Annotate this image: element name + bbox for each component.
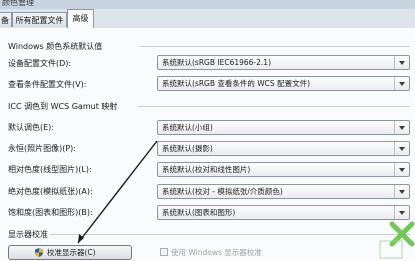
- chevron-down-icon: [394, 163, 409, 176]
- group-divider: [140, 46, 410, 47]
- chevron-down-icon: [394, 121, 409, 134]
- use-windows-calibration-checkbox[interactable]: [160, 248, 168, 256]
- absolute-colorimetric-value: 系统默认(校对 - 模拟纸张/介质颜色): [162, 187, 283, 196]
- saturation-value: 系统默认(图表和图形): [162, 208, 236, 217]
- default-rendering-label: 默认调色(E):: [8, 123, 54, 132]
- tab-strip: 备 所有配置文件 高级: [0, 9, 415, 29]
- chevron-down-icon: [394, 142, 409, 155]
- windows-defaults-title: Windows 颜色系统默认值: [8, 42, 103, 51]
- viewing-conditions-value: 系统默认(sRGB 查看条件的 WCS 配置文件): [162, 79, 310, 88]
- group-divider: [138, 106, 410, 107]
- relative-colorimetric-dropdown[interactable]: 系统默认(校对和线性图片): [157, 162, 410, 177]
- chevron-down-icon: [394, 56, 409, 69]
- uac-shield-icon: [35, 248, 43, 257]
- perceptual-label: 永恒(照片图像)(P):: [8, 144, 77, 153]
- title-bar: 颜色管理: [0, 0, 415, 9]
- chevron-down-icon: [394, 77, 409, 90]
- advanced-panel: Windows 颜色系统默认值 设备配置文件(D): 系统默认(sRGB IEC…: [0, 28, 415, 261]
- saturation-label: 饱和度(图表和图形)(B):: [8, 208, 93, 217]
- calibrate-display-label: 校准显示器(C): [47, 248, 96, 257]
- default-rendering-dropdown[interactable]: 系统默认(小组): [157, 120, 410, 135]
- relative-colorimetric-value: 系统默认(校对和线性图片): [162, 165, 251, 174]
- saturation-dropdown[interactable]: 系统默认(图表和图形): [157, 205, 410, 220]
- viewing-conditions-dropdown[interactable]: 系统默认(sRGB 查看条件的 WCS 配置文件): [157, 76, 410, 91]
- viewing-conditions-label: 查看条件配置文件(V):: [8, 80, 87, 89]
- tab-devices[interactable]: 备: [0, 12, 12, 27]
- chevron-down-icon: [394, 185, 409, 198]
- use-windows-calibration-label: 使用 Windows 显示器校准: [171, 248, 262, 257]
- tab-advanced[interactable]: 高级: [67, 9, 94, 28]
- tab-all-profiles[interactable]: 所有配置文件: [12, 12, 67, 27]
- group-divider: [50, 234, 410, 235]
- device-profile-value: 系统默认(sRGB IEC61966-2.1): [162, 58, 271, 67]
- relative-colorimetric-label: 相对色度(线型图片)(L):: [8, 165, 92, 174]
- chevron-down-icon: [394, 206, 409, 219]
- icc-mapping-title: ICC 调色到 WCS Gamut 映射: [8, 102, 118, 111]
- absolute-colorimetric-dropdown[interactable]: 系统默认(校对 - 模拟纸张/介质颜色): [157, 184, 410, 199]
- perceptual-value: 系统默认(摄影): [162, 144, 213, 153]
- perceptual-dropdown[interactable]: 系统默认(摄影): [157, 141, 410, 156]
- window-title: 颜色管理: [2, 0, 34, 7]
- calibrate-display-button[interactable]: 校准显示器(C): [8, 245, 132, 260]
- default-rendering-value: 系统默认(小组): [162, 123, 213, 132]
- absolute-colorimetric-label: 绝对色度(模拟纸张)(A):: [8, 187, 93, 196]
- device-profile-dropdown[interactable]: 系统默认(sRGB IEC61966-2.1): [157, 55, 410, 70]
- calibration-title: 显示器校准: [8, 230, 48, 239]
- device-profile-label: 设备配置文件(D):: [8, 59, 72, 68]
